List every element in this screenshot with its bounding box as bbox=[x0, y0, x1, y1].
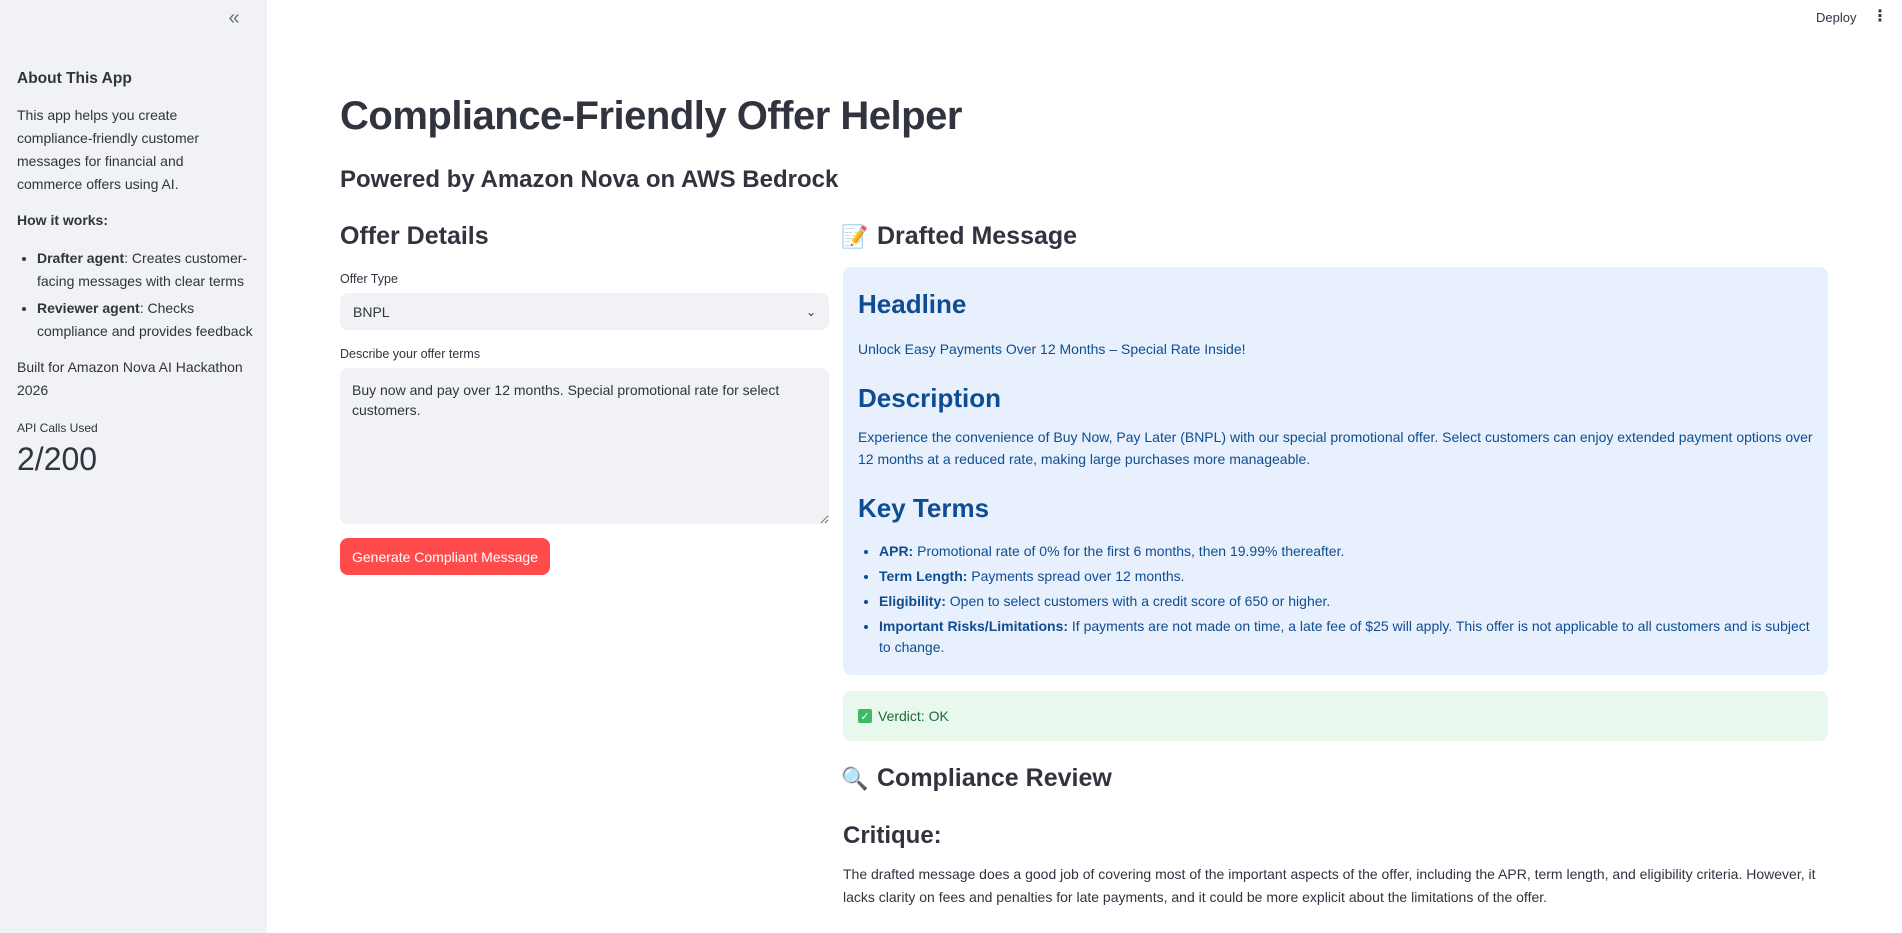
magnifying-glass-icon: 🔍 bbox=[841, 765, 869, 791]
page-subtitle: Powered by Amazon Nova on AWS Bedrock bbox=[340, 166, 839, 193]
offer-type-label: Offer Type bbox=[340, 272, 398, 286]
built-for-text: Built for Amazon Nova AI Hackathon 2026 bbox=[17, 359, 243, 398]
offer-details-section: Offer Details Offer Type BNPL ⌄ Describe… bbox=[340, 222, 829, 575]
results-section: 📝 Drafted Message Headline Unlock Easy P… bbox=[841, 222, 1828, 905]
key-term-label: Term Length: bbox=[879, 568, 968, 584]
headline-heading: Headline bbox=[858, 289, 967, 319]
drafted-heading-row: 📝 Drafted Message bbox=[841, 222, 1828, 251]
memo-icon: 📝 bbox=[841, 223, 869, 249]
metric-label: API Calls Used bbox=[17, 421, 98, 435]
list-item: Drafter agent: Creates customer-facing m… bbox=[37, 247, 257, 293]
key-terms-heading: Key Terms bbox=[858, 493, 990, 523]
offer-terms-textarea[interactable]: Buy now and pay over 12 months. Special … bbox=[340, 368, 829, 524]
offer-type-value: BNPL bbox=[353, 303, 390, 320]
offer-type-select[interactable]: BNPL ⌄ bbox=[340, 293, 829, 330]
sidebar-intro: This app helps you create compliance-fri… bbox=[17, 107, 200, 192]
key-term-label: Important Risks/Limitations: bbox=[879, 618, 1069, 634]
review-heading: Compliance Review bbox=[877, 764, 1112, 792]
description-heading: Description bbox=[858, 383, 1002, 413]
description-text: Experience the convenience of Buy Now, P… bbox=[858, 429, 1813, 467]
key-term-text: Promotional rate of 0% for the first 6 m… bbox=[913, 543, 1345, 559]
list-item: Eligibility: Open to select customers wi… bbox=[879, 591, 1813, 612]
key-term-label: Eligibility: bbox=[879, 593, 946, 609]
verdict-alert: ✓ Verdict: OK bbox=[843, 691, 1828, 741]
headline-text: Unlock Easy Payments Over 12 Months – Sp… bbox=[858, 341, 1246, 357]
drafted-message-box: Headline Unlock Easy Payments Over 12 Mo… bbox=[843, 267, 1828, 675]
list-item: Reviewer agent: Checks compliance and pr… bbox=[37, 297, 257, 343]
drafted-heading: Drafted Message bbox=[877, 222, 1078, 250]
list-item: APR: Promotional rate of 0% for the firs… bbox=[879, 541, 1813, 562]
key-terms-list: APR: Promotional rate of 0% for the firs… bbox=[858, 541, 1813, 662]
key-term-text: Payments spread over 12 months. bbox=[967, 568, 1185, 584]
key-term-text: Open to select customers with a credit s… bbox=[945, 593, 1331, 609]
sidebar-title: About This App bbox=[17, 70, 132, 87]
review-heading-row: 🔍 Compliance Review bbox=[841, 764, 1112, 793]
offer-details-heading: Offer Details bbox=[340, 222, 489, 250]
metric-value: 2/200 bbox=[17, 441, 98, 477]
double-chevron-left-icon[interactable]: « bbox=[222, 6, 246, 30]
list-item: Important Risks/Limitations: If payments… bbox=[879, 616, 1813, 658]
critique-heading: Critique: bbox=[843, 822, 942, 849]
chevron-down-icon: ⌄ bbox=[805, 304, 816, 319]
generate-button[interactable]: Generate Compliant Message bbox=[340, 538, 550, 575]
how-it-works-label: How it works: bbox=[17, 212, 109, 228]
list-item-term: Reviewer agent bbox=[37, 300, 140, 316]
kebab-menu-icon[interactable]: ⋮ bbox=[1872, 6, 1888, 26]
how-it-works-list: Drafter agent: Creates customer-facing m… bbox=[17, 247, 257, 347]
page-title: Compliance-Friendly Offer Helper bbox=[340, 94, 962, 138]
verdict-text: Verdict: OK bbox=[878, 708, 949, 724]
list-item-term: Drafter agent bbox=[37, 250, 125, 266]
terms-label: Describe your offer terms bbox=[340, 347, 481, 361]
check-mark-icon: ✓ bbox=[858, 709, 872, 723]
deploy-button[interactable]: Deploy bbox=[1812, 8, 1860, 27]
critique-text: The drafted message does a good job of c… bbox=[843, 866, 1816, 905]
key-term-label: APR: bbox=[879, 543, 914, 559]
sidebar: « About This App This app helps you crea… bbox=[0, 0, 267, 933]
list-item: Term Length: Payments spread over 12 mon… bbox=[879, 566, 1813, 587]
